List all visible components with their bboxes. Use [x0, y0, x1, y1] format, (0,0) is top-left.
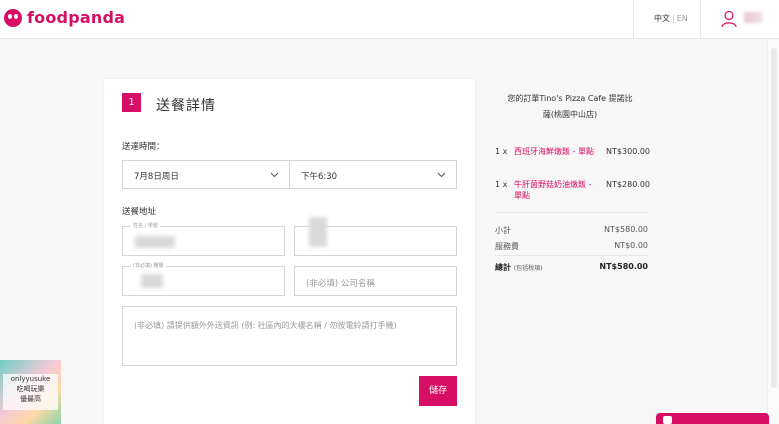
page-scrollbar[interactable]: [767, 40, 779, 424]
total-label: 總計: [495, 263, 511, 272]
name-field-label: 姓名 / 學號: [131, 222, 160, 229]
watermark-line: 吃喝玩樂: [16, 385, 45, 393]
delivery-details-card: 1 送餐詳情 送達時間： 7月8日周日 下午6:30 送餐地址 姓名 / 學號 …: [104, 79, 475, 424]
order-summary-title: 您的訂單Tino's Pizza Cafe 提諾比 薩(桃園中山店): [490, 91, 650, 123]
panda-logo-icon: [4, 8, 22, 27]
company-field[interactable]: (非必填) 公司名稱: [294, 266, 457, 296]
service-fee-label: 服務費: [495, 242, 519, 251]
floor-value-blurred: [141, 274, 163, 288]
restaurant-name-line1: 您的訂單Tino's Pizza Cafe 提諾比: [507, 94, 633, 103]
watermark-line: onlyyusuke: [10, 375, 51, 383]
user-icon[interactable]: [721, 10, 737, 28]
delivery-date-select[interactable]: 7月8日周日: [122, 160, 290, 189]
header-divider: [633, 0, 634, 38]
subtotal-row: 小計 NT$580.00: [495, 225, 648, 236]
save-button[interactable]: 儲存: [419, 376, 457, 406]
brand-name: foodpanda: [27, 8, 126, 27]
total-tax-note: (包括稅項): [513, 265, 543, 272]
lang-chinese[interactable]: 中文: [654, 13, 670, 24]
floor-field[interactable]: (非必填) 樓層: [122, 262, 285, 296]
delivery-time-value: 下午6:30: [301, 172, 338, 182]
service-fee-row: 服務費 NT$0.00: [495, 241, 648, 252]
blog-watermark: onlyyusuke 吃喝玩樂 優最高: [0, 360, 61, 424]
delivery-date-value: 7月8日周日: [134, 172, 179, 182]
delivery-time-select[interactable]: 下午6:30: [289, 160, 457, 189]
chevron-down-icon: [437, 172, 446, 178]
delivery-time-label: 送達時間：: [122, 142, 165, 152]
summary-divider: [495, 212, 648, 213]
delivery-notes-textarea[interactable]: (非必填) 請提供額外外送資訊 (例: 社區內的大樓名稱 / 勿按電鈴請打手機): [122, 306, 457, 366]
address-value-blurred: [309, 217, 327, 247]
foodpanda-logo[interactable]: foodpanda: [4, 8, 125, 27]
delivery-notes-placeholder: (非必填) 請提供額外外送資訊 (例: 社區內的大樓名稱 / 勿按電鈴請打手機): [134, 321, 397, 330]
lang-english[interactable]: EN: [677, 14, 688, 23]
header-divider: [700, 0, 701, 38]
item-name[interactable]: 西班牙海鮮燉飯 - 單點: [514, 146, 599, 157]
floor-field-label: (非必填) 樓層: [131, 262, 166, 269]
item-price: NT$280.00: [606, 180, 650, 189]
delivery-address-label: 送餐地址: [122, 207, 157, 217]
step-title: 送餐詳情: [156, 98, 216, 114]
subtotal-label: 小計: [495, 226, 511, 235]
company-placeholder: (非必填) 公司名稱: [306, 279, 375, 289]
item-quantity: 1 x: [495, 180, 508, 189]
restaurant-name-line2: 薩(桃園中山店): [542, 110, 598, 119]
item-quantity: 1 x: [495, 147, 508, 156]
summary-divider: [495, 255, 648, 256]
name-value-blurred: [135, 236, 175, 248]
total-value: NT$580.00: [599, 262, 648, 271]
name-field[interactable]: 姓名 / 學號: [122, 222, 285, 256]
item-name[interactable]: 牛肝菌野菇奶油燉飯 - 單點: [514, 179, 599, 201]
item-price: NT$300.00: [606, 147, 650, 156]
total-row: 總計 (包括稅項) NT$580.00: [495, 262, 648, 273]
scrollbar-thumb[interactable]: [771, 48, 777, 388]
chat-widget[interactable]: [656, 413, 769, 424]
language-switcher: 中文 | EN: [654, 13, 688, 24]
chevron-down-icon: [270, 172, 279, 178]
watermark-line: 優最高: [20, 395, 41, 403]
address-field[interactable]: [294, 217, 457, 256]
subtotal-value: NT$580.00: [604, 225, 648, 234]
watermark-text-box: onlyyusuke 吃喝玩樂 優最高: [3, 374, 58, 410]
chat-icon: [663, 416, 672, 424]
lang-separator: |: [672, 14, 675, 23]
user-name-blurred[interactable]: [744, 12, 762, 23]
top-header: foodpanda 中文 | EN: [0, 0, 779, 39]
service-fee-value: NT$0.00: [614, 241, 648, 250]
step-number-badge: 1: [122, 93, 141, 112]
